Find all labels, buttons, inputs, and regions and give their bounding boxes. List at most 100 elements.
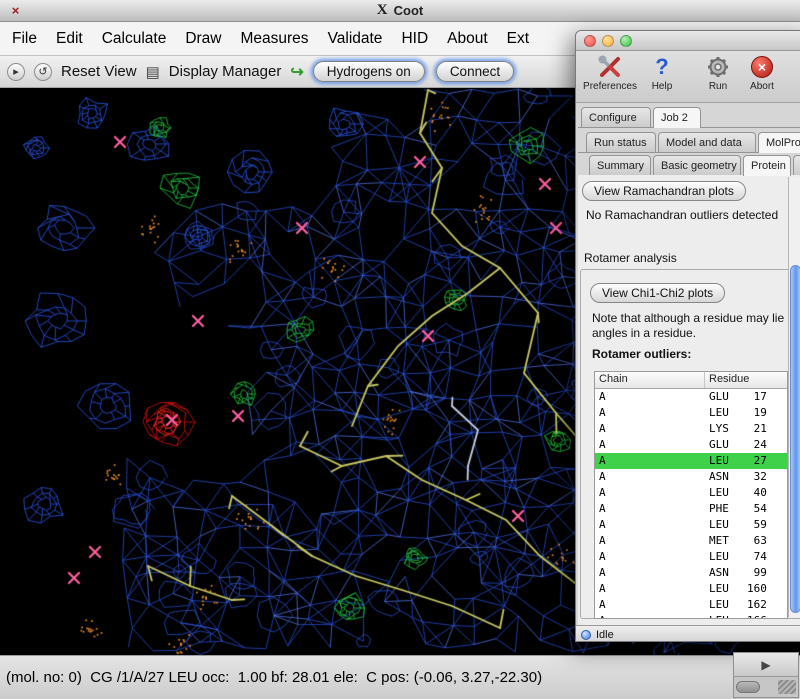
menu-edit[interactable]: Edit (56, 30, 83, 48)
coot-application: × X Coot File Edit Calculate Draw Measur… (0, 0, 800, 699)
rotamer-outlier-row[interactable]: AASN99 (595, 565, 787, 581)
cell-residue: ASN99 (705, 565, 787, 581)
menu-calculate[interactable]: Calculate (102, 30, 167, 48)
cell-chain: A (595, 485, 705, 501)
back-arrow-icon[interactable]: ▸ (7, 63, 25, 81)
cell-residue: MET63 (705, 533, 787, 549)
rotamer-outlier-row[interactable]: ALYS21 (595, 421, 787, 437)
tab-run-status[interactable]: Run status (586, 132, 656, 152)
abort-button[interactable]: × Abort (742, 54, 782, 92)
vertical-scrollbar[interactable] (788, 177, 800, 617)
view-ramachandran-plots-button[interactable]: View Ramachandran plots (582, 181, 746, 201)
rotamer-outlier-row[interactable]: ALEU74 (595, 549, 787, 565)
refresh-icon[interactable]: ↺ (34, 63, 52, 81)
cell-chain: A (595, 437, 705, 453)
go-arrow-icon[interactable]: ↪ (290, 62, 303, 82)
menu-draw[interactable]: Draw (185, 30, 221, 48)
tab-model-and-data[interactable]: Model and data (658, 132, 756, 152)
tab-job-2[interactable]: Job 2 (653, 107, 701, 128)
rotamer-outlier-row[interactable]: AMET63 (595, 533, 787, 549)
tab-molprobity[interactable]: MolProbity (758, 132, 800, 153)
rotamer-outliers-table: Chain Residue AGLU17ALEU19ALYS21AGLU24AL… (594, 371, 788, 619)
status-dot-icon (581, 630, 591, 640)
run-label: Run (709, 81, 727, 92)
cell-chain: A (595, 517, 705, 533)
preferences-button[interactable]: Preferences (582, 54, 638, 92)
window-title: Coot (394, 3, 424, 18)
cell-chain: A (595, 613, 705, 619)
protein-tab-content: View Ramachandran plots No Ramachandran … (578, 175, 800, 625)
main-statusbar: (mol. no: 0) CG /1/A/27 LEU occ: 1.00 bf… (0, 655, 800, 699)
cell-chain: A (595, 421, 705, 437)
help-button[interactable]: ? Help (642, 54, 682, 92)
cell-residue: GLU24 (705, 437, 787, 453)
cell-chain: A (595, 565, 705, 581)
rotamer-outlier-row[interactable]: ALEU40 (595, 485, 787, 501)
menu-about[interactable]: About (447, 30, 488, 48)
x11-icon: X (377, 2, 388, 19)
scroll-right-button[interactable]: ▶ (734, 653, 798, 677)
rotamer-outlier-row[interactable]: ALEU166 (595, 613, 787, 619)
ramachandran-note: No Ramachandran outliers detected (586, 208, 778, 222)
column-header-chain[interactable]: Chain (595, 372, 705, 388)
cell-chain: A (595, 581, 705, 597)
rotamer-outlier-row[interactable]: AGLU17 (595, 389, 787, 405)
rotamer-outlier-row[interactable]: AGLU24 (595, 437, 787, 453)
help-icon: ? (655, 54, 668, 80)
resize-grip-icon[interactable] (778, 680, 796, 694)
tab-configure[interactable]: Configure (581, 107, 651, 127)
run-gear-icon (706, 54, 730, 80)
minimize-button[interactable] (602, 35, 614, 47)
rotamer-outliers-heading: Rotamer outliers: (592, 347, 691, 361)
rotamer-outlier-row[interactable]: ALEU160 (595, 581, 787, 597)
zoom-button[interactable] (620, 35, 632, 47)
rotamer-outlier-row[interactable]: ALEU27 (595, 453, 787, 469)
abort-label: Abort (750, 81, 774, 92)
rotamer-outlier-row[interactable]: ALEU19 (595, 405, 787, 421)
close-button[interactable] (584, 35, 596, 47)
menu-measures[interactable]: Measures (241, 30, 309, 48)
cell-residue: LEU59 (705, 517, 787, 533)
scrollbar-thumb[interactable] (790, 265, 800, 613)
cell-chain: A (595, 533, 705, 549)
window-close-icon[interactable]: × (8, 3, 23, 18)
dialog-statusbar: Idle (576, 625, 800, 642)
abort-x-icon: × (751, 56, 773, 78)
menu-file[interactable]: File (12, 30, 37, 48)
reset-view-button[interactable]: Reset View (61, 63, 137, 80)
tab-summary[interactable]: Summary (589, 155, 651, 175)
menu-extensions[interactable]: Ext (507, 30, 529, 48)
view-chi1-chi2-plots-button[interactable]: View Chi1-Chi2 plots (590, 283, 725, 303)
menu-hid[interactable]: HID (401, 30, 428, 48)
cell-residue: GLU17 (705, 389, 787, 405)
hydrogens-on-button[interactable]: Hydrogens on (313, 61, 425, 82)
tab-chains[interactable]: C (793, 155, 800, 175)
connect-button[interactable]: Connect (436, 61, 514, 82)
cell-residue: LEU27 (705, 453, 787, 469)
preferences-label: Preferences (583, 81, 637, 92)
cell-chain: A (595, 453, 705, 469)
cell-chain: A (595, 469, 705, 485)
rotamer-outlier-row[interactable]: ALEU162 (595, 597, 787, 613)
menu-validate[interactable]: Validate (328, 30, 383, 48)
cell-chain: A (595, 501, 705, 517)
cell-residue: LEU40 (705, 485, 787, 501)
rotamer-outlier-row[interactable]: APHE54 (595, 501, 787, 517)
cell-chain: A (595, 405, 705, 421)
rotamer-outlier-row[interactable]: AASN32 (595, 469, 787, 485)
cell-residue: ASN32 (705, 469, 787, 485)
rotamer-outlier-row[interactable]: ALEU59 (595, 517, 787, 533)
table-body: AGLU17ALEU19ALYS21AGLU24ALEU27AASN32ALEU… (595, 389, 787, 619)
dialog-titlebar[interactable] (576, 31, 800, 51)
tab-protein[interactable]: Protein (743, 155, 791, 176)
scrollbar-thumb[interactable] (736, 681, 760, 693)
run-button[interactable]: Run (698, 54, 738, 92)
display-manager-button[interactable]: Display Manager (169, 63, 282, 80)
cell-residue: LYS21 (705, 421, 787, 437)
cell-residue: LEU166 (705, 613, 787, 619)
display-manager-icon[interactable]: ▤ (146, 63, 160, 81)
horizontal-scrollbar[interactable] (734, 677, 798, 697)
column-header-residue[interactable]: Residue (705, 372, 787, 388)
cell-residue: LEU162 (705, 597, 787, 613)
tab-basic-geometry[interactable]: Basic geometry (653, 155, 741, 175)
